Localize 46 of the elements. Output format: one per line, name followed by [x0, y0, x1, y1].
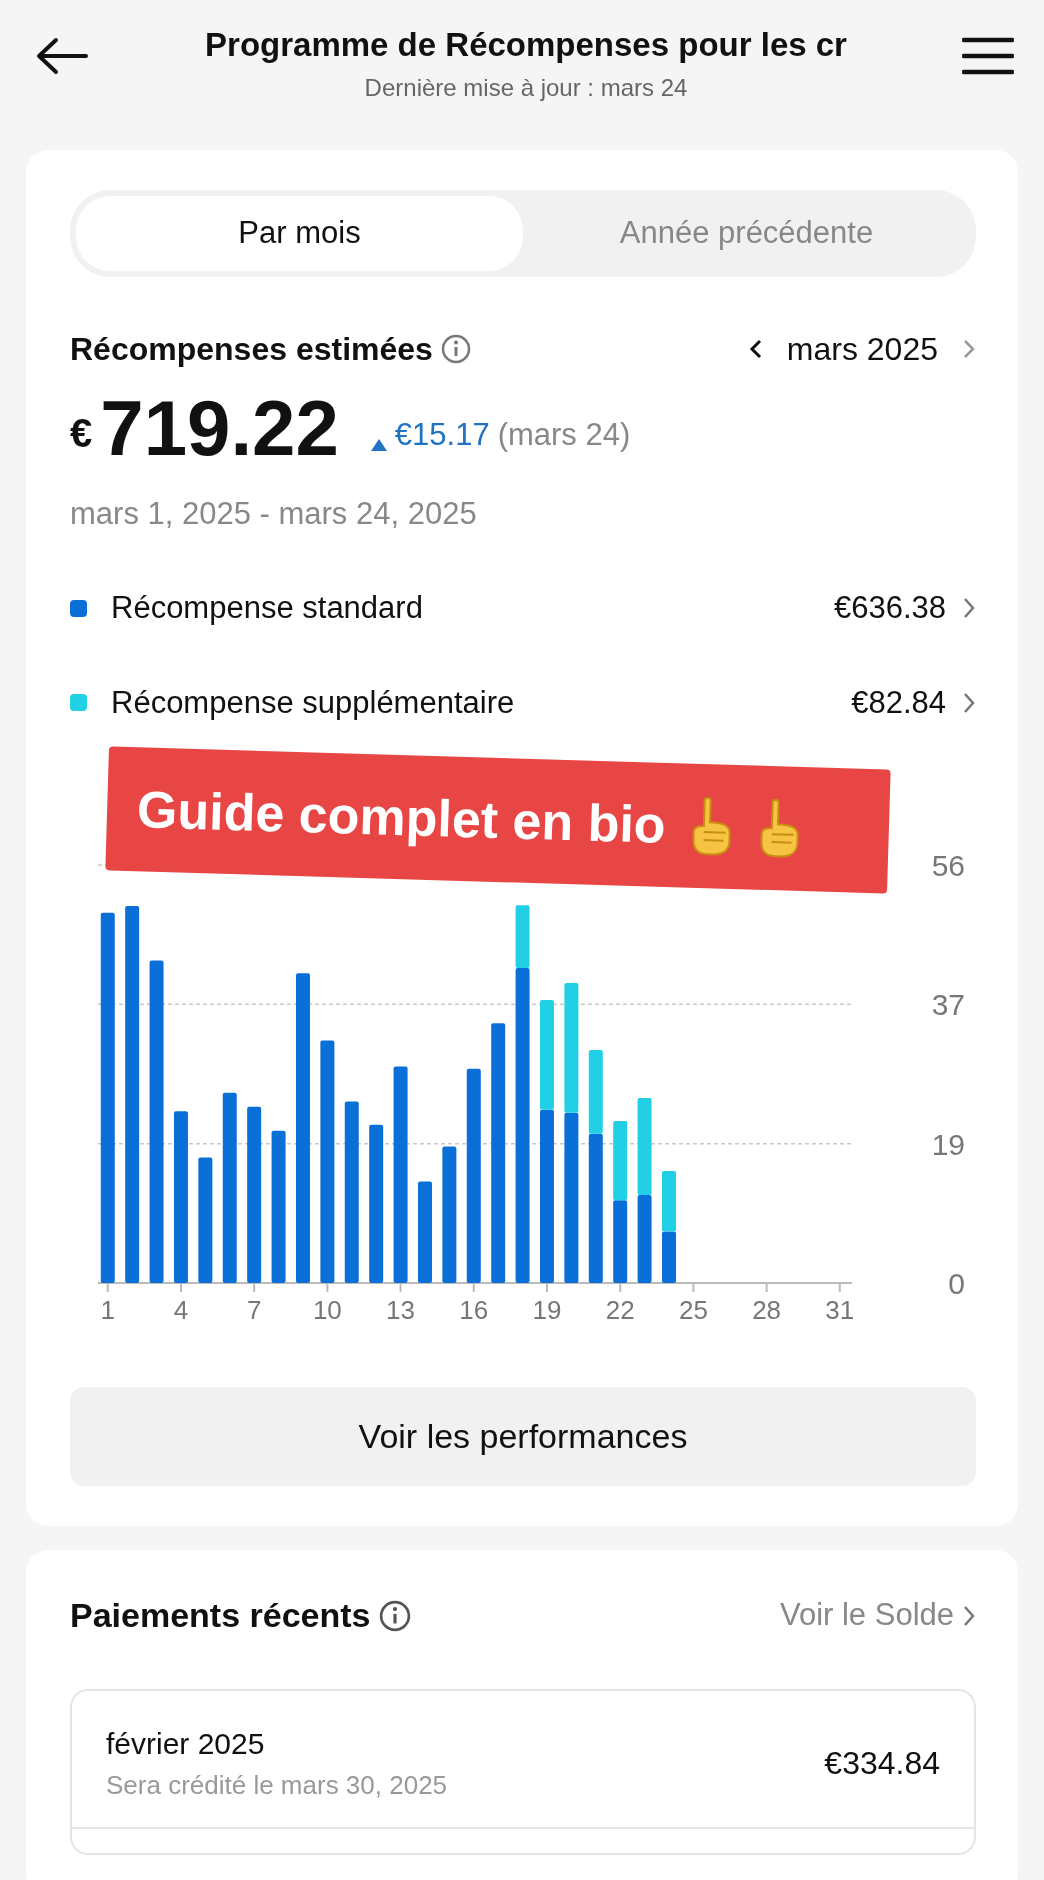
info-icon[interactable]	[378, 1599, 411, 1632]
section-title: Paiements récents	[70, 1595, 371, 1636]
y-tick-label: 56	[931, 849, 965, 882]
change-date: (mars 24)	[497, 416, 631, 454]
bar	[662, 1231, 676, 1283]
x-tick-label: 7	[246, 1295, 262, 1325]
change-amount: €15.17	[394, 416, 490, 454]
total-amount: 719.22	[100, 388, 339, 467]
menu-icon[interactable]	[962, 36, 1014, 76]
x-tick-label: 31	[825, 1295, 855, 1325]
section-title: Récompenses estimées	[70, 329, 433, 369]
x-tick-label: 13	[386, 1295, 416, 1325]
balance-link[interactable]: Voir le Solde	[779, 1592, 954, 1639]
x-tick-label: 16	[459, 1295, 489, 1325]
chevron-left-icon[interactable]	[748, 337, 763, 360]
legend-value: €82.84	[851, 683, 946, 722]
banner-text: Guide complet en bio	[136, 779, 667, 856]
payment-note: Sera crédité le mars 30, 2025	[106, 1769, 448, 1802]
x-tick-label: 1	[100, 1295, 115, 1325]
x-tick-label: 28	[752, 1295, 782, 1325]
x-tick-label: 10	[312, 1295, 342, 1325]
x-tick-label: 22	[605, 1295, 635, 1325]
x-tick-label: 4	[173, 1295, 189, 1325]
month-label: mars 2025	[786, 329, 938, 369]
chevron-right-icon[interactable]	[962, 337, 976, 360]
date-range: mars 1, 2025 - mars 24, 2025	[70, 494, 478, 533]
y-tick-label: 19	[931, 1127, 965, 1161]
payment-row[interactable]: février 2025 Sera crédité le mars 30, 2025 €334.84	[72, 1691, 974, 1829]
payment-amount: €334.84	[824, 1744, 940, 1783]
legend-label: Récompense standard	[111, 589, 424, 627]
bar	[662, 1171, 676, 1232]
page-title: Programme de Récompenses pour les cr	[204, 25, 848, 65]
period-tab[interactable]: Par mois	[76, 196, 523, 271]
performance-button[interactable]: Voir les performances	[70, 1387, 976, 1486]
info-icon[interactable]	[440, 333, 471, 364]
y-tick-label: 37	[931, 988, 965, 1022]
up-triangle-icon	[370, 438, 387, 451]
legend-label: Récompense supplémentaire	[111, 683, 516, 722]
currency-symbol: €	[70, 409, 93, 457]
legend-value: €636.38	[833, 589, 946, 627]
payment-month: février 2025	[106, 1726, 266, 1762]
y-tick-label: 0	[948, 1267, 965, 1300]
x-tick-label: 19	[532, 1295, 562, 1325]
back-arrow-icon[interactable]	[34, 36, 90, 76]
update-date: Dernière mise à jour : mars 24	[363, 72, 689, 103]
x-tick-label: 25	[678, 1295, 708, 1325]
